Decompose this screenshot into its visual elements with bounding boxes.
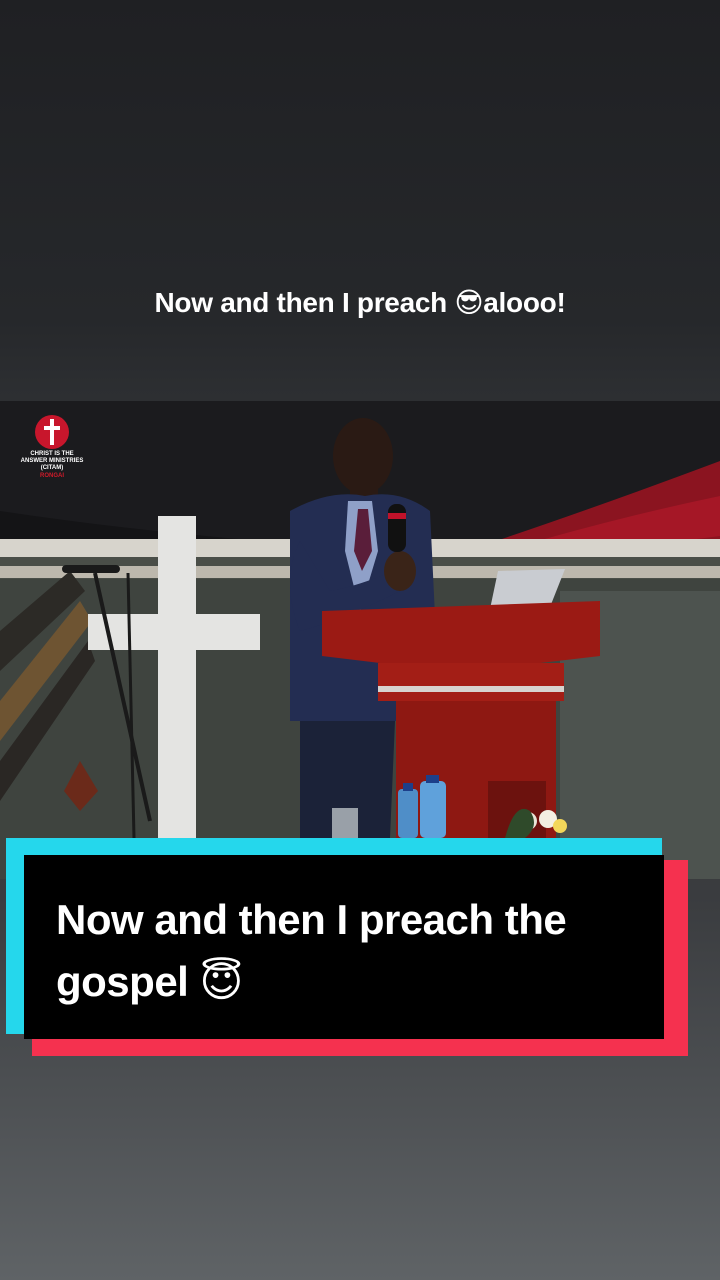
caption-panel: Now and then I preach the gospel 😇	[24, 855, 664, 1039]
logo-subtitle: RONGAI	[40, 473, 64, 479]
top-caption: Now and then I preach 😎alooo!	[154, 287, 566, 318]
video-frame[interactable]: CHRIST IS THE ANSWER MINISTRIES (CITAM) …	[0, 401, 720, 879]
church-logo: CHRIST IS THE ANSWER MINISTRIES (CITAM) …	[14, 415, 90, 480]
cross-logo-icon	[35, 415, 69, 449]
caption-box: Now and then I preach the gospel 😇	[6, 838, 688, 1058]
sermon-photo	[0, 401, 720, 879]
logo-line-1: CHRIST IS THE	[30, 451, 74, 457]
caption-text: Now and then I preach the gospel 😇	[56, 896, 567, 1005]
logo-line-2: ANSWER MINISTRIES	[20, 458, 84, 464]
logo-line-3: (CITAM)	[40, 465, 64, 471]
